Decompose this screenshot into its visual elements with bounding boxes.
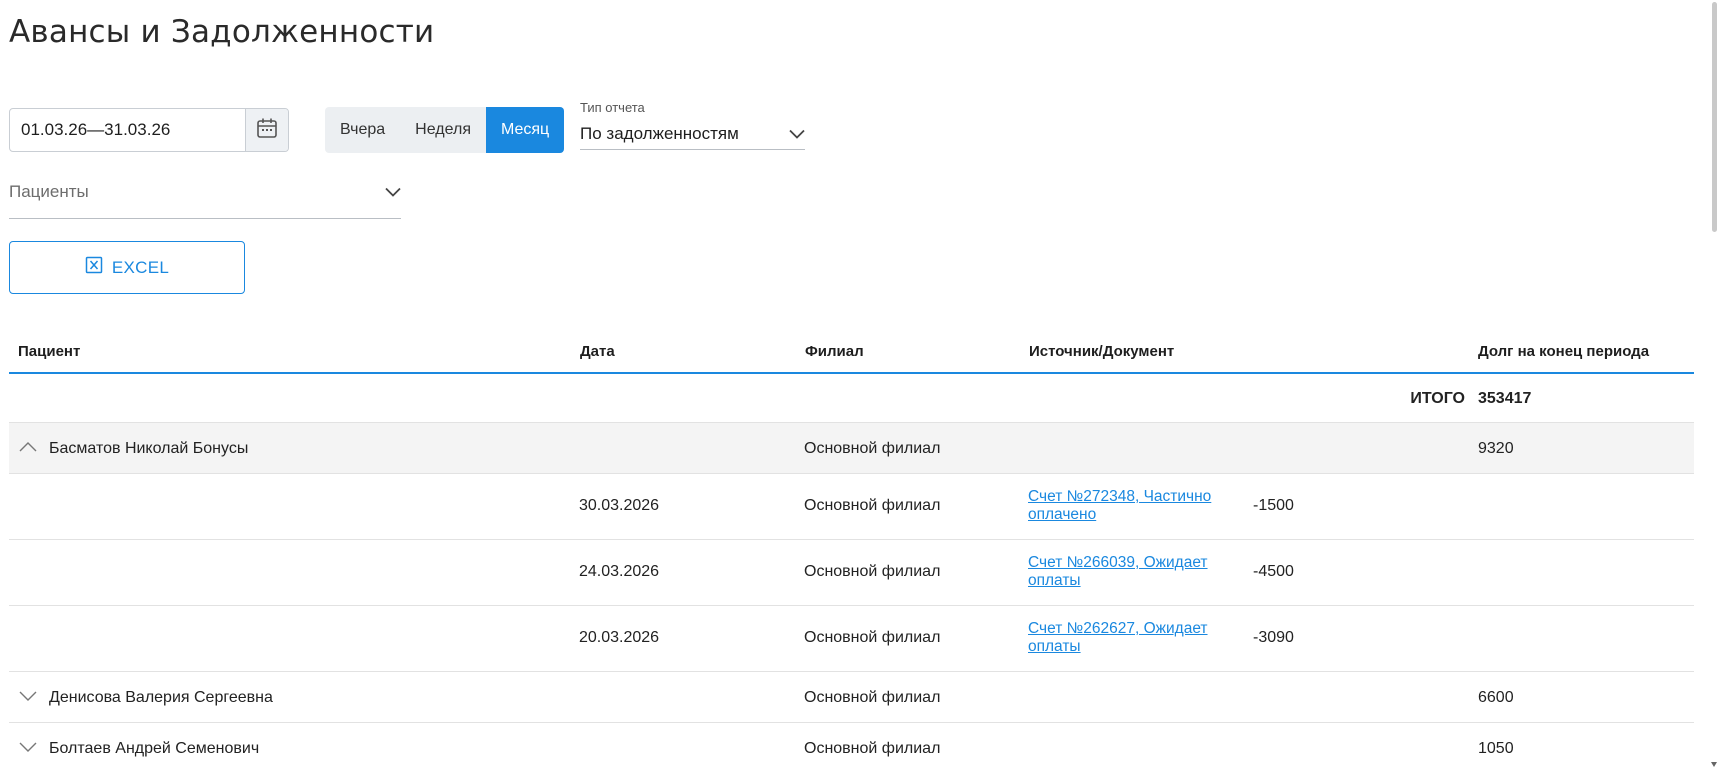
column-header-patient[interactable]: Пациент bbox=[18, 343, 80, 360]
debt-cell: 6600 bbox=[1478, 689, 1514, 706]
table-row[interactable]: Денисова Валерия Сергеевна Основной фили… bbox=[9, 672, 1694, 723]
total-label: ИТОГО bbox=[1410, 390, 1465, 407]
column-header-debt[interactable]: Долг на конец периода bbox=[1478, 343, 1649, 360]
patients-select[interactable]: Пациенты bbox=[9, 172, 401, 219]
debt-cell: 9320 bbox=[1478, 440, 1514, 457]
invoice-link[interactable]: Счет №262627, Ожидает оплаты bbox=[1028, 620, 1228, 656]
debt-cell: 1050 bbox=[1478, 740, 1514, 757]
period-yesterday-button[interactable]: Вчера bbox=[325, 107, 400, 153]
branch-cell: Основной филиал bbox=[804, 740, 941, 757]
patient-name: Басматов Николай Бонусы bbox=[49, 440, 249, 457]
scrollbar-thumb[interactable] bbox=[1712, 2, 1717, 232]
column-header-date[interactable]: Дата bbox=[580, 343, 615, 360]
date-range-input[interactable]: 01.03.26—31.03.26 bbox=[10, 109, 245, 151]
report-type-select[interactable]: По задолженностям bbox=[580, 119, 805, 150]
debts-table: Пациент Дата Филиал Источник/Документ До… bbox=[9, 328, 1694, 773]
total-row: ИТОГО 353417 bbox=[9, 374, 1694, 423]
report-type-field: Тип отчета По задолженностям bbox=[580, 100, 805, 150]
calendar-button[interactable] bbox=[245, 109, 288, 151]
scroll-down-icon[interactable] bbox=[1711, 762, 1717, 767]
chevron-down-icon[interactable] bbox=[19, 740, 37, 758]
patient-name: Денисова Валерия Сергеевна bbox=[49, 689, 273, 706]
date-cell: 24.03.2026 bbox=[579, 563, 660, 580]
branch-cell: Основной филиал bbox=[804, 689, 941, 706]
chevron-down-icon bbox=[385, 182, 401, 202]
report-type-label: Тип отчета bbox=[580, 100, 645, 115]
chevron-down-icon bbox=[789, 124, 805, 144]
branch-cell: Основной филиал bbox=[804, 629, 941, 646]
patient-name: Болтаев Андрей Семенович bbox=[49, 740, 260, 757]
page-title: Авансы и Задолженности bbox=[9, 14, 435, 50]
table-row[interactable]: Басматов Николай Бонусы Основной филиал … bbox=[9, 423, 1694, 474]
report-type-value: По задолженностям bbox=[580, 124, 739, 143]
amount-cell: -3090 bbox=[1253, 629, 1294, 646]
period-month-button[interactable]: Месяц bbox=[485, 107, 565, 153]
excel-icon bbox=[85, 256, 103, 279]
branch-cell: Основной филиал bbox=[804, 563, 941, 580]
invoice-link[interactable]: Счет №266039, Ожидает оплаты bbox=[1028, 554, 1228, 590]
invoice-link[interactable]: Счет №272348, Частично оплачено bbox=[1028, 488, 1228, 524]
amount-cell: -1500 bbox=[1253, 497, 1294, 514]
date-cell: 30.03.2026 bbox=[579, 497, 660, 514]
column-header-source[interactable]: Источник/Документ bbox=[1029, 343, 1174, 360]
excel-button-label: EXCEL bbox=[111, 257, 170, 277]
excel-export-button[interactable]: EXCEL bbox=[9, 241, 245, 294]
table-row-detail: 20.03.2026 Основной филиал Счет №262627,… bbox=[9, 606, 1694, 672]
chevron-down-icon[interactable] bbox=[19, 689, 37, 707]
branch-cell: Основной филиал bbox=[804, 497, 941, 514]
date-range-picker[interactable]: 01.03.26—31.03.26 bbox=[9, 108, 289, 152]
branch-cell: Основной филиал bbox=[804, 440, 941, 457]
period-week-button[interactable]: Неделя bbox=[400, 107, 486, 153]
patients-placeholder: Пациенты bbox=[9, 182, 89, 201]
column-header-branch[interactable]: Филиал bbox=[805, 343, 864, 360]
table-row[interactable]: Болтаев Андрей Семенович Основной филиал… bbox=[9, 723, 1694, 773]
amount-cell: -4500 bbox=[1253, 563, 1294, 580]
calendar-icon bbox=[256, 117, 278, 144]
date-cell: 20.03.2026 bbox=[579, 629, 660, 646]
table-row-detail: 30.03.2026 Основной филиал Счет №272348,… bbox=[9, 474, 1694, 540]
table-row-detail: 24.03.2026 Основной филиал Счет №266039,… bbox=[9, 540, 1694, 606]
table-header: Пациент Дата Филиал Источник/Документ До… bbox=[9, 328, 1694, 374]
total-value: 353417 bbox=[1478, 390, 1532, 407]
chevron-up-icon[interactable] bbox=[19, 440, 37, 458]
period-selector: Вчера Неделя Месяц bbox=[325, 107, 565, 153]
